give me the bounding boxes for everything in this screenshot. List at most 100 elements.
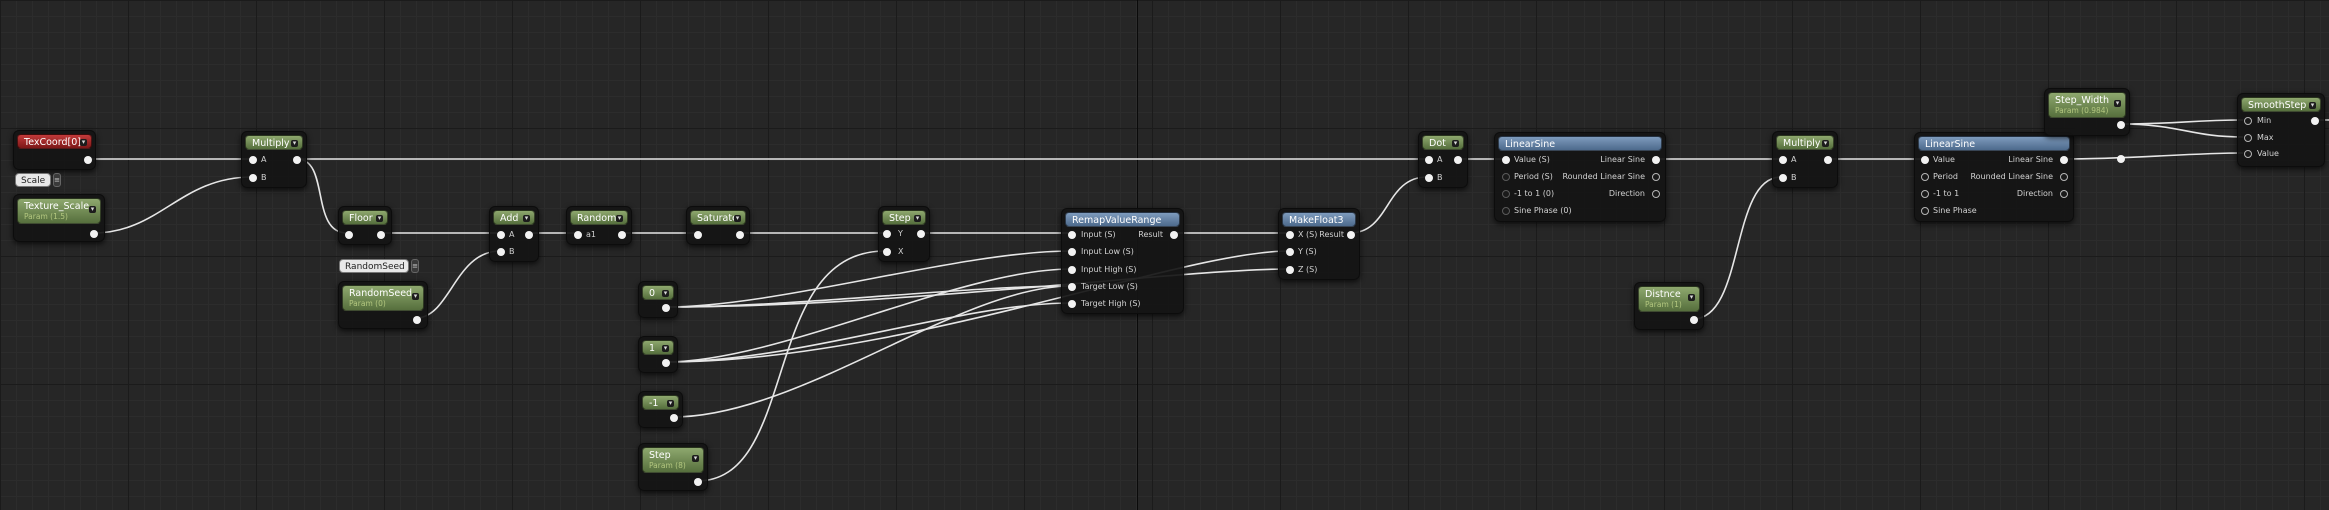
chevron-down-icon[interactable]: ▾ (914, 215, 921, 222)
random-node[interactable]: Random ▾ a1 (566, 206, 632, 245)
input-pin-x[interactable] (1286, 231, 1294, 239)
chevron-down-icon[interactable]: ▾ (667, 400, 674, 407)
chevron-down-icon[interactable]: ▾ (412, 293, 419, 300)
step-width-param-node[interactable]: Step_Width Param (0.984) ▾ (2044, 88, 2130, 136)
output-pin-linear-sine[interactable] (1652, 156, 1660, 164)
input-pin-max[interactable] (2244, 134, 2252, 142)
input-pin-b[interactable] (249, 174, 257, 182)
scale-comment-bubble[interactable]: Scale (15, 173, 51, 187)
chevron-down-icon[interactable]: ▾ (2114, 100, 2121, 107)
chevron-down-icon[interactable]: ▾ (1822, 140, 1829, 147)
texcoord-node[interactable]: TexCoord[0] ▾ (13, 130, 96, 170)
input-pin-b[interactable] (1425, 174, 1433, 182)
output-pin-direction[interactable] (2060, 190, 2068, 198)
input-pin-y[interactable] (1286, 248, 1294, 256)
input-pin-input[interactable] (1068, 231, 1076, 239)
output-pin-result[interactable] (1170, 231, 1178, 239)
output-pin[interactable] (917, 230, 925, 238)
output-pin-rounded-linear-sine[interactable] (1652, 173, 1660, 181)
output-pin[interactable] (1690, 316, 1698, 324)
step-param-node[interactable]: Step Param (8) ▾ (638, 443, 708, 491)
input-pin[interactable] (694, 231, 702, 239)
input-pin-period[interactable] (1921, 173, 1929, 181)
constant-0-node[interactable]: 0 ▾ (638, 281, 678, 318)
output-pin[interactable] (694, 478, 702, 486)
output-pin[interactable] (84, 156, 92, 164)
output-pin[interactable] (293, 156, 301, 164)
floor-node[interactable]: Floor ▾ (338, 206, 392, 245)
output-pin[interactable] (2311, 117, 2319, 125)
linearsine-node-1[interactable]: LinearSine Value (S) Period (S) -1 to 1 … (1494, 132, 1666, 222)
dot-node[interactable]: Dot ▾ A B (1418, 131, 1468, 188)
remap-value-range-node[interactable]: RemapValueRange Input (S) Input Low (S) … (1061, 208, 1184, 314)
chevron-down-icon[interactable]: ▾ (376, 215, 383, 222)
input-pin-sine-phase[interactable] (1502, 207, 1510, 215)
input-pin-target-low[interactable] (1068, 283, 1076, 291)
chevron-down-icon[interactable]: ▾ (662, 345, 669, 352)
input-pin-b[interactable] (1779, 174, 1787, 182)
input-pin-period[interactable] (1502, 173, 1510, 181)
chevron-down-icon[interactable]: ▾ (1688, 294, 1695, 301)
input-pin-a[interactable] (1425, 156, 1433, 164)
saturate-node[interactable]: Saturate ▾ (686, 206, 750, 245)
chevron-down-icon[interactable]: ▾ (89, 206, 96, 213)
chevron-down-icon[interactable]: ▾ (662, 290, 669, 297)
output-pin[interactable] (662, 359, 670, 367)
constant-1-node[interactable]: 1 ▾ (638, 336, 678, 373)
chevron-down-icon[interactable]: ▾ (2309, 102, 2316, 109)
makefloat3-node[interactable]: MakeFloat3 X (S) Y (S) Z (S) Result (1278, 208, 1360, 280)
material-graph-canvas[interactable]: TexCoord[0] ▾ Scale ≡ Texture_Scale Para… (0, 0, 2329, 510)
input-pin-z[interactable] (1286, 266, 1294, 274)
add-node[interactable]: Add ▾ A B (489, 206, 539, 262)
chevron-down-icon[interactable]: ▾ (692, 455, 699, 462)
output-pin-rounded-linear-sine[interactable] (2060, 173, 2068, 181)
chevron-down-icon[interactable]: ▾ (523, 215, 530, 222)
multiply-node[interactable]: Multiply ▾ A B (241, 131, 307, 188)
constant-neg1-node[interactable]: -1 ▾ (638, 391, 683, 428)
output-pin[interactable] (413, 316, 421, 324)
linearsine-node-2[interactable]: LinearSine Value Period -1 to 1 Sine Pha… (1914, 132, 2074, 222)
multiply-node-2[interactable]: Multiply ▾ A B (1772, 131, 1838, 188)
input-pin-a[interactable] (497, 231, 505, 239)
input-pin-x[interactable] (883, 248, 891, 256)
input-pin-b[interactable] (497, 248, 505, 256)
output-pin[interactable] (90, 230, 98, 238)
input-pin-target-high[interactable] (1068, 300, 1076, 308)
output-pin[interactable] (1824, 156, 1832, 164)
texture-scale-param-node[interactable]: Texture_Scale Param (1.5) ▾ (13, 194, 105, 242)
input-pin-input-low[interactable] (1068, 248, 1076, 256)
input-pin-a1[interactable] (574, 231, 582, 239)
step-node[interactable]: Step ▾ Y X (878, 206, 930, 262)
input-pin-value[interactable] (1502, 156, 1510, 164)
output-pin[interactable] (525, 231, 533, 239)
input-pin-value[interactable] (1921, 156, 1929, 164)
output-pin-linear-sine[interactable] (2060, 156, 2068, 164)
input-pin-sine-phase[interactable] (1921, 207, 1929, 215)
randomseed-param-node[interactable]: RandomSeed Param (0) ▾ (338, 281, 428, 329)
reroute-knot[interactable] (2117, 155, 2125, 163)
output-pin[interactable] (736, 231, 744, 239)
output-pin-direction[interactable] (1652, 190, 1660, 198)
distnce-param-node[interactable]: Distnce Param (1) ▾ (1634, 282, 1704, 330)
input-pin-y[interactable] (883, 230, 891, 238)
input-pin[interactable] (345, 231, 353, 239)
input-pin-a[interactable] (1779, 156, 1787, 164)
input-pin-range[interactable] (1502, 190, 1510, 198)
output-pin-result[interactable] (1347, 231, 1355, 239)
input-pin-value[interactable] (2244, 150, 2252, 158)
input-pin-min[interactable] (2244, 117, 2252, 125)
chevron-down-icon[interactable]: ▾ (291, 140, 298, 147)
chevron-down-icon[interactable]: ▾ (80, 139, 87, 146)
output-pin[interactable] (670, 414, 678, 422)
input-pin-input-high[interactable] (1068, 266, 1076, 274)
randomseed-comment-bubble[interactable]: RandomSeed (339, 259, 409, 273)
output-pin[interactable] (1454, 156, 1462, 164)
comment-pin-icon[interactable]: ≡ (53, 173, 61, 187)
smoothstep-node[interactable]: SmoothStep ▾ Min Max Value (2237, 93, 2325, 167)
input-pin-a[interactable] (249, 156, 257, 164)
output-pin[interactable] (2117, 121, 2125, 129)
chevron-down-icon[interactable]: ▾ (1452, 140, 1459, 147)
output-pin[interactable] (662, 304, 670, 312)
chevron-down-icon[interactable]: ▾ (616, 215, 623, 222)
chevron-down-icon[interactable]: ▾ (734, 215, 741, 222)
